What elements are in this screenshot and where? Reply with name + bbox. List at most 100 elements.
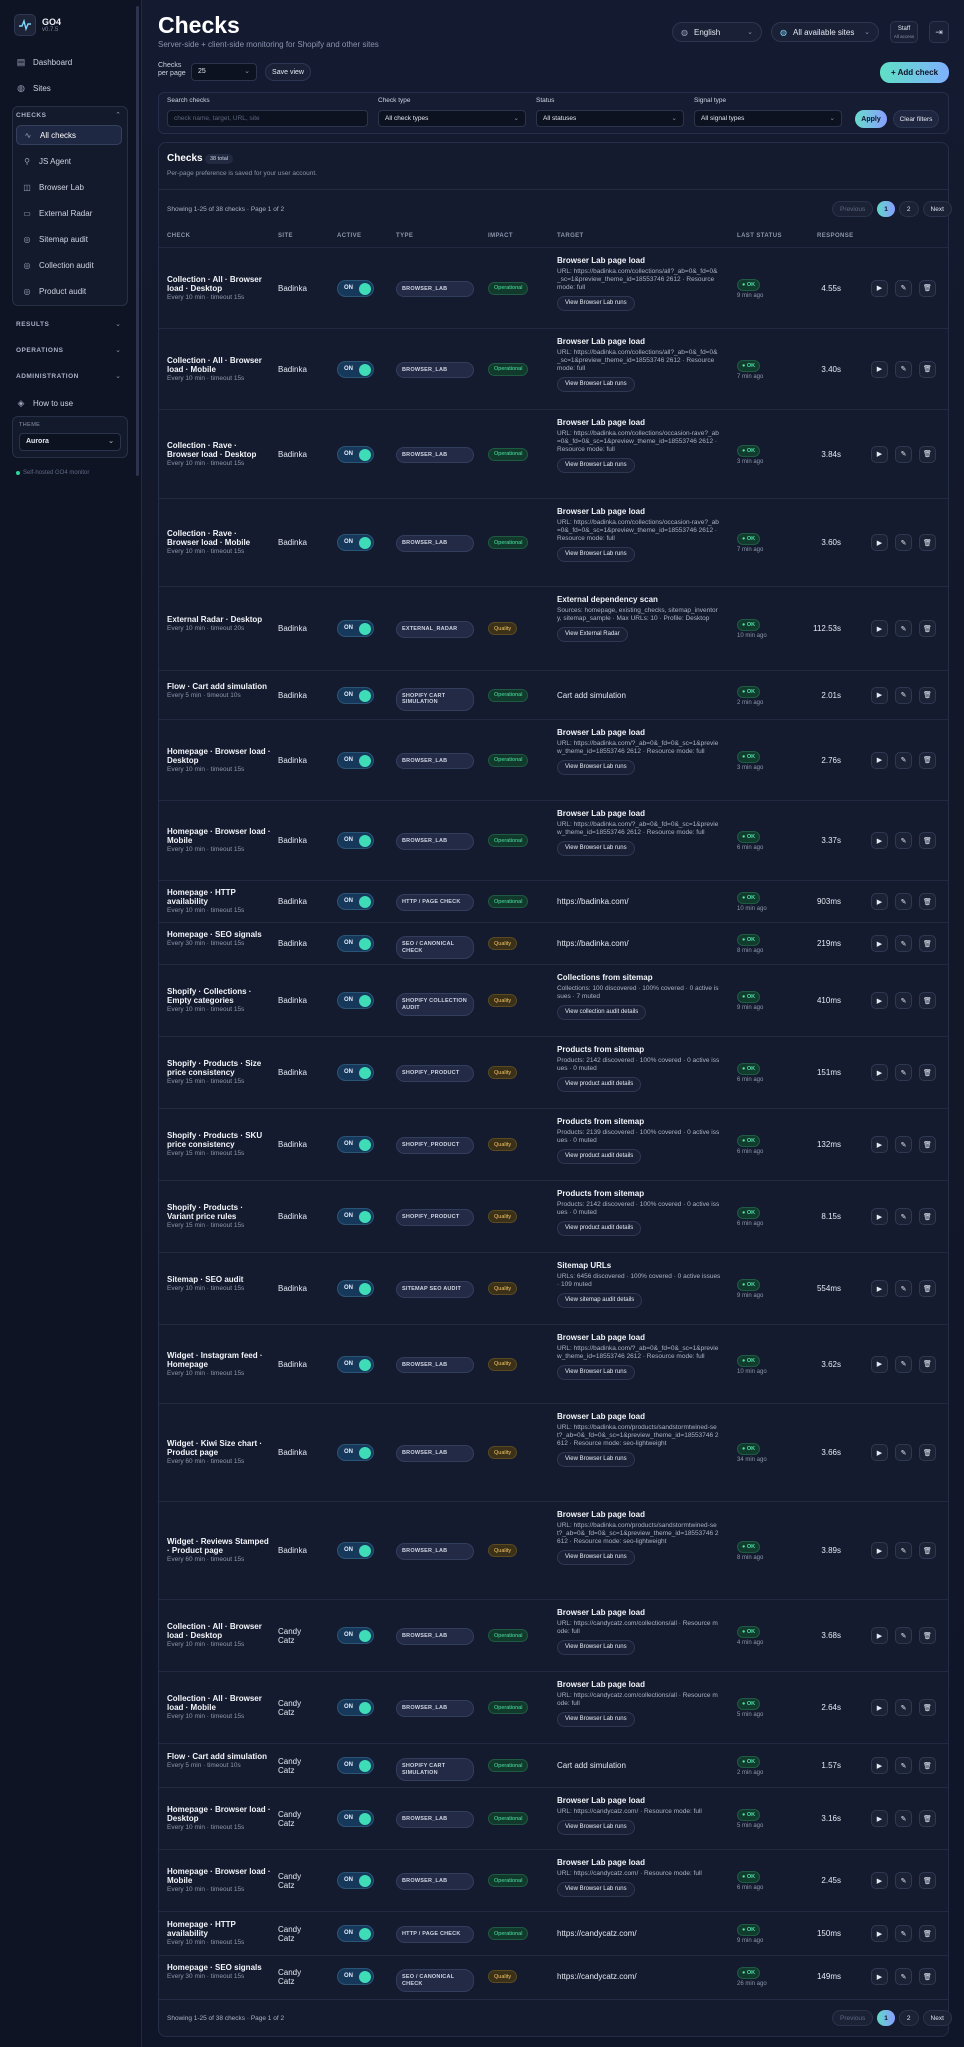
sidebar-item-product-audit[interactable]: ◎ Product audit xyxy=(16,281,122,301)
active-toggle[interactable]: ON xyxy=(337,1064,374,1081)
delete-icon[interactable]: 🗑 xyxy=(919,1064,936,1081)
view-runs-button[interactable]: View Browser Lab runs xyxy=(557,1640,635,1655)
check-name[interactable]: Homepage · Browser load · Desktop xyxy=(167,1805,271,1823)
check-name[interactable]: Sitemap · SEO audit xyxy=(167,1275,271,1284)
active-toggle[interactable]: ON xyxy=(337,1968,374,1985)
active-toggle[interactable]: ON xyxy=(337,279,374,297)
chevron-down-icon[interactable]: ⌄ xyxy=(115,320,121,328)
sidebar-item-sites[interactable]: ◍ Sites xyxy=(12,77,126,99)
run-icon[interactable]: ▶ xyxy=(871,445,888,463)
run-icon[interactable]: ▶ xyxy=(871,279,888,297)
run-icon[interactable]: ▶ xyxy=(871,893,888,910)
run-icon[interactable]: ▶ xyxy=(871,534,888,551)
edit-icon[interactable]: ✎ xyxy=(895,751,912,769)
column-header-check[interactable]: CHECK xyxy=(167,233,190,239)
active-toggle[interactable]: ON xyxy=(337,935,374,952)
check-name[interactable]: Collection · All · Browser load · Deskto… xyxy=(167,275,271,293)
check-name[interactable]: Collection · All · Browser load · Mobile xyxy=(167,1694,271,1712)
run-icon[interactable]: ▶ xyxy=(871,1444,888,1461)
status-select[interactable]: All statuses ⌄ xyxy=(536,110,684,127)
check-cell[interactable]: Widget · Reviews Stamped · Product page … xyxy=(167,1537,271,1563)
sidebar-item-collection-audit[interactable]: ◎ Collection audit xyxy=(16,255,122,275)
edit-icon[interactable]: ✎ xyxy=(895,832,912,849)
delete-icon[interactable]: 🗑 xyxy=(919,534,936,551)
sidebar-item-js-agent[interactable]: ⚲ JS Agent xyxy=(16,151,122,171)
active-toggle[interactable]: ON xyxy=(337,1136,374,1153)
active-toggle[interactable]: ON xyxy=(337,992,374,1009)
column-header-response[interactable]: RESPONSE xyxy=(817,233,854,239)
edit-icon[interactable]: ✎ xyxy=(895,992,912,1009)
check-name[interactable]: Flow · Cart add simulation xyxy=(167,1752,271,1761)
next-page-button[interactable]: Next xyxy=(922,201,952,217)
delete-icon[interactable]: 🗑 xyxy=(919,1280,936,1297)
table-row[interactable]: Widget · Instagram feed · Homepage Every… xyxy=(159,1324,948,1403)
table-row[interactable]: Shopify · Products · Size price consiste… xyxy=(159,1036,948,1108)
view-runs-button[interactable]: View Browser Lab runs xyxy=(557,458,635,473)
table-row[interactable]: Collection · All · Browser load · Mobile… xyxy=(159,1671,948,1743)
delete-icon[interactable]: 🗑 xyxy=(919,1810,936,1827)
edit-icon[interactable]: ✎ xyxy=(895,279,912,297)
run-icon[interactable]: ▶ xyxy=(871,1280,888,1297)
edit-icon[interactable]: ✎ xyxy=(895,360,912,378)
check-name[interactable]: Homepage · HTTP availability xyxy=(167,888,271,906)
table-row[interactable]: Homepage · SEO signals Every 30 min · ti… xyxy=(159,922,948,964)
delete-icon[interactable]: 🗑 xyxy=(919,935,936,952)
check-cell[interactable]: Homepage · Browser load · Mobile Every 1… xyxy=(167,827,271,853)
edit-icon[interactable]: ✎ xyxy=(895,1699,912,1716)
delete-icon[interactable]: 🗑 xyxy=(919,1757,936,1774)
check-cell[interactable]: Homepage · SEO signals Every 30 min · ti… xyxy=(167,930,271,947)
run-icon[interactable]: ▶ xyxy=(871,1757,888,1774)
edit-icon[interactable]: ✎ xyxy=(895,1542,912,1559)
check-name[interactable]: Homepage · HTTP availability xyxy=(167,1920,271,1938)
column-header-type[interactable]: TYPE xyxy=(396,233,413,239)
search-input[interactable]: check name, target, URL, site xyxy=(167,110,368,127)
page-1-button[interactable]: 1 xyxy=(877,201,895,217)
check-name[interactable]: Homepage · SEO signals xyxy=(167,1963,271,1972)
delete-icon[interactable]: 🗑 xyxy=(919,1627,936,1644)
check-cell[interactable]: Homepage · HTTP availability Every 10 mi… xyxy=(167,1920,271,1946)
active-toggle[interactable]: ON xyxy=(337,893,374,910)
view-runs-button[interactable]: View product audit details xyxy=(557,1077,642,1092)
view-runs-button[interactable]: View Browser Lab runs xyxy=(557,760,635,775)
view-runs-button[interactable]: View Browser Lab runs xyxy=(557,1365,635,1380)
delete-icon[interactable]: 🗑 xyxy=(919,1699,936,1716)
check-name[interactable]: Homepage · Browser load · Mobile xyxy=(167,827,271,845)
check-name[interactable]: Collection · Rave · Browser load · Mobil… xyxy=(167,529,271,547)
table-row[interactable]: Collection · Rave · Browser load · Deskt… xyxy=(159,409,948,498)
delete-icon[interactable]: 🗑 xyxy=(919,1925,936,1942)
delete-icon[interactable]: 🗑 xyxy=(919,832,936,849)
run-icon[interactable]: ▶ xyxy=(871,1136,888,1153)
view-runs-button[interactable]: View sitemap audit details xyxy=(557,1293,643,1308)
active-toggle[interactable]: ON xyxy=(337,1542,374,1559)
check-name[interactable]: Shopify · Products · Size price consiste… xyxy=(167,1059,271,1077)
delete-icon[interactable]: 🗑 xyxy=(919,279,936,297)
view-runs-button[interactable]: View External Radar xyxy=(557,627,628,642)
check-cell[interactable]: Collection · All · Browser load · Deskto… xyxy=(167,1622,271,1648)
edit-icon[interactable]: ✎ xyxy=(895,1872,912,1889)
sidebar-item-all-checks[interactable]: ∿ All checks xyxy=(16,125,122,145)
operations-group-header[interactable]: OPERATIONS xyxy=(16,347,64,354)
check-name[interactable]: Widget · Instagram feed · Homepage xyxy=(167,1351,271,1369)
run-icon[interactable]: ▶ xyxy=(871,1542,888,1559)
table-row[interactable]: Widget · Kiwi Size chart · Product page … xyxy=(159,1403,948,1501)
check-cell[interactable]: Collection · All · Browser load · Mobile… xyxy=(167,1694,271,1720)
chevron-down-icon[interactable]: ⌄ xyxy=(115,372,121,380)
view-runs-button[interactable]: View Browser Lab runs xyxy=(557,1712,635,1727)
theme-select[interactable]: Aurora ⌄ xyxy=(19,433,121,451)
table-row[interactable]: Flow · Cart add simulation Every 5 min ·… xyxy=(159,1743,948,1787)
view-runs-button[interactable]: View Browser Lab runs xyxy=(557,1550,635,1565)
apply-button[interactable]: Apply xyxy=(855,110,887,128)
active-toggle[interactable]: ON xyxy=(337,1699,374,1716)
delete-icon[interactable]: 🗑 xyxy=(919,1136,936,1153)
table-row[interactable]: Shopify · Collections · Empty categories… xyxy=(159,964,948,1036)
delete-icon[interactable]: 🗑 xyxy=(919,1542,936,1559)
check-cell[interactable]: Sitemap · SEO audit Every 10 min · timeo… xyxy=(167,1275,271,1292)
run-icon[interactable]: ▶ xyxy=(871,1810,888,1827)
delete-icon[interactable]: 🗑 xyxy=(919,1208,936,1225)
active-toggle[interactable]: ON xyxy=(337,1810,374,1827)
check-cell[interactable]: Homepage · Browser load · Desktop Every … xyxy=(167,1805,271,1831)
edit-icon[interactable]: ✎ xyxy=(895,893,912,910)
brand[interactable]: GO4 v0.7.5 xyxy=(14,14,61,36)
run-icon[interactable]: ▶ xyxy=(871,1925,888,1942)
previous-page-button[interactable]: Previous xyxy=(832,2010,874,2026)
